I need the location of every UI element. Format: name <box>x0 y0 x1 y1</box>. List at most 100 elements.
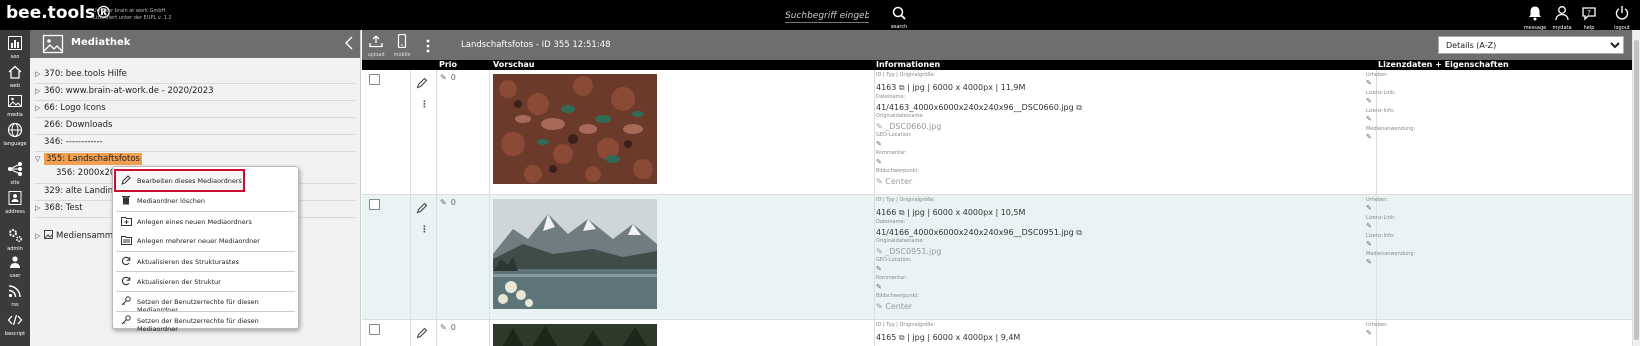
info-label: Originaldateiname: <box>876 238 925 244</box>
license-label: Lizenz-Info: <box>1366 108 1395 114</box>
license-label: Urheber: <box>1366 197 1388 203</box>
tree-item-label: 360: www.brain-at-work.de - 2020/2023 <box>44 86 214 96</box>
copy-icon[interactable]: ⧉ <box>899 208 905 217</box>
pencil-icon[interactable]: ✎ <box>876 265 882 273</box>
table-row[interactable]: ⋮ ✎ 0 ID | Typ | Originalgröße: 4166 ⧉ | … <box>362 195 1632 320</box>
grid-header: Prio Vorschau Informationen Lizenzdaten … <box>362 60 1632 70</box>
rail-item-language[interactable]: language <box>0 122 30 147</box>
top-bar: bee.tools® Urheber brain at work GmbH Li… <box>0 0 1640 31</box>
search-button[interactable]: search <box>888 5 910 30</box>
mobile-button[interactable]: mobile <box>391 33 413 58</box>
forest-photo[interactable] <box>493 324 657 346</box>
rail-item-admin[interactable]: admin <box>0 227 30 252</box>
rail-item-user[interactable]: user <box>0 254 30 279</box>
help-button[interactable]: ? help <box>1574 5 1604 31</box>
menu-item-user-rights[interactable]: Setzen der Benutzerrechte für diesen Med… <box>113 292 298 314</box>
sort-select[interactable]: Details (A-Z) <box>1438 36 1624 54</box>
mydata-button[interactable]: mydata <box>1547 5 1577 31</box>
rail-item-rss[interactable]: rss <box>0 283 30 308</box>
table-row[interactable]: ✎ 0 ID | Typ | Originalgröße: 4165 ⧉ | jp… <box>362 320 1632 346</box>
table-row[interactable]: ⋮ ✎ 0 ID | Typ | Originalgröße: 4163 ⧉ | … <box>362 70 1632 195</box>
pencil-icon[interactable]: ✎ <box>1366 79 1372 87</box>
autumn-leaves-photo[interactable] <box>493 74 657 184</box>
expanded-arrow-icon[interactable]: ▽ <box>35 155 44 163</box>
column-header-license[interactable]: Lizenzdaten + Eigenschaften <box>1378 60 1509 69</box>
pencil-icon <box>121 175 131 187</box>
pencil-icon[interactable]: ✎ <box>1366 258 1372 266</box>
tree-item-label: 356: 2000x200 <box>56 168 121 178</box>
info-label: Dateiname: <box>876 219 906 225</box>
expand-arrow-icon[interactable]: ▷ <box>35 232 44 240</box>
copy-icon[interactable]: ⧉ <box>899 333 905 342</box>
prio-cell[interactable]: ✎ 0 <box>440 198 456 207</box>
menu-item-refresh-structure[interactable]: Aktualisieren der Struktur <box>113 272 298 291</box>
pencil-icon[interactable]: ✎ <box>1366 204 1372 212</box>
column-header-preview[interactable]: Vorschau <box>493 60 535 69</box>
edit-button[interactable] <box>416 324 428 343</box>
menu-item-edit-folder[interactable]: Bearbeiten dieses Mediaordners <box>114 169 245 192</box>
info-filename: 41/4166_4000x6000x240x240x96__DSC0951.jp… <box>876 228 1082 238</box>
edit-button[interactable] <box>416 199 428 218</box>
rail-item-seo[interactable]: seo <box>0 35 30 60</box>
menu-item-refresh-branch[interactable]: Aktualisieren des Strukturastes <box>113 252 298 271</box>
prio-value: 0 <box>450 198 456 207</box>
expand-arrow-icon[interactable]: ▷ <box>35 204 44 212</box>
divider <box>874 70 875 195</box>
row-menu-button[interactable]: ⋮ <box>420 100 429 110</box>
row-checkbox[interactable] <box>369 324 380 335</box>
search-input[interactable] <box>785 9 869 23</box>
expand-arrow-icon[interactable]: ▷ <box>35 104 44 112</box>
menu-item-user-rights[interactable]: Setzen der Benutzerrechte für diesen Med… <box>113 311 298 333</box>
prio-cell[interactable]: ✎ 0 <box>440 323 456 332</box>
pencil-icon[interactable]: ✎ <box>1366 240 1372 248</box>
pencil-icon[interactable]: ✎ <box>876 158 882 166</box>
pencil-icon[interactable]: ✎ <box>876 122 883 131</box>
menu-item-new-folder[interactable]: Anlegen eines neuen Mediaordners <box>113 212 298 231</box>
row-checkbox[interactable] <box>369 74 380 85</box>
menu-item-delete-folder[interactable]: Mediaordner löschen <box>113 191 298 210</box>
edit-button[interactable] <box>416 74 428 93</box>
pencil-icon[interactable]: ✎ <box>1366 133 1372 141</box>
copy-icon[interactable]: ⧉ <box>1076 228 1082 237</box>
pencil-icon <box>416 327 428 339</box>
copy-icon[interactable]: ⧉ <box>1076 103 1082 112</box>
rail-item-web[interactable]: web <box>0 64 30 89</box>
more-options-button[interactable] <box>417 38 439 57</box>
tree-item[interactable]: ▷ Mediensamm <box>35 230 113 247</box>
pencil-icon[interactable]: ✎ <box>1366 329 1372 337</box>
row-checkbox[interactable] <box>369 199 380 210</box>
info-label: Dateiname: <box>876 94 906 100</box>
search-icon <box>892 6 906 20</box>
column-header-info[interactable]: Informationen <box>876 60 940 69</box>
original-filename-value: _DSC0660.jpg <box>885 122 942 131</box>
column-header-prio[interactable]: Prio <box>439 60 457 69</box>
row-menu-button[interactable]: ⋮ <box>420 225 429 235</box>
rail-item-media[interactable]: media <box>0 93 30 118</box>
scrollbar-thumb[interactable] <box>1634 40 1639 340</box>
message-button[interactable]: message <box>1520 5 1550 31</box>
prio-cell[interactable]: ✎ 0 <box>440 73 456 82</box>
vertical-scrollbar[interactable] <box>1632 30 1640 346</box>
rail-item-bescript[interactable]: bescript <box>0 312 30 337</box>
mountain-lake-photo[interactable] <box>493 199 657 309</box>
pencil-icon[interactable]: ✎ <box>876 283 882 291</box>
logout-button[interactable]: logout <box>1607 5 1637 31</box>
rail-item-address[interactable]: address <box>0 190 30 215</box>
expand-arrow-icon[interactable]: ▷ <box>35 70 44 78</box>
pencil-icon[interactable]: ✎ <box>876 247 883 256</box>
pencil-icon[interactable]: ✎ <box>1366 115 1372 123</box>
pencil-icon[interactable]: ✎ <box>1366 222 1372 230</box>
pencil-icon[interactable]: ✎ <box>876 302 883 311</box>
upload-icon <box>369 35 383 48</box>
pencil-icon[interactable]: ✎ <box>1366 97 1372 105</box>
rail-label: web <box>9 83 21 89</box>
rail-item-site[interactable]: site <box>0 161 30 186</box>
pencil-icon[interactable]: ✎ <box>876 177 883 186</box>
collapse-panel-button[interactable] <box>344 35 354 55</box>
copy-icon[interactable]: ⧉ <box>899 83 905 92</box>
pencil-icon[interactable]: ✎ <box>876 140 882 148</box>
divider <box>35 134 355 135</box>
expand-arrow-icon[interactable]: ▷ <box>35 87 44 95</box>
menu-item-new-folders[interactable]: Anlegen mehrerer neuer Mediaordner <box>113 231 298 250</box>
upload-button[interactable]: upload <box>365 33 387 58</box>
